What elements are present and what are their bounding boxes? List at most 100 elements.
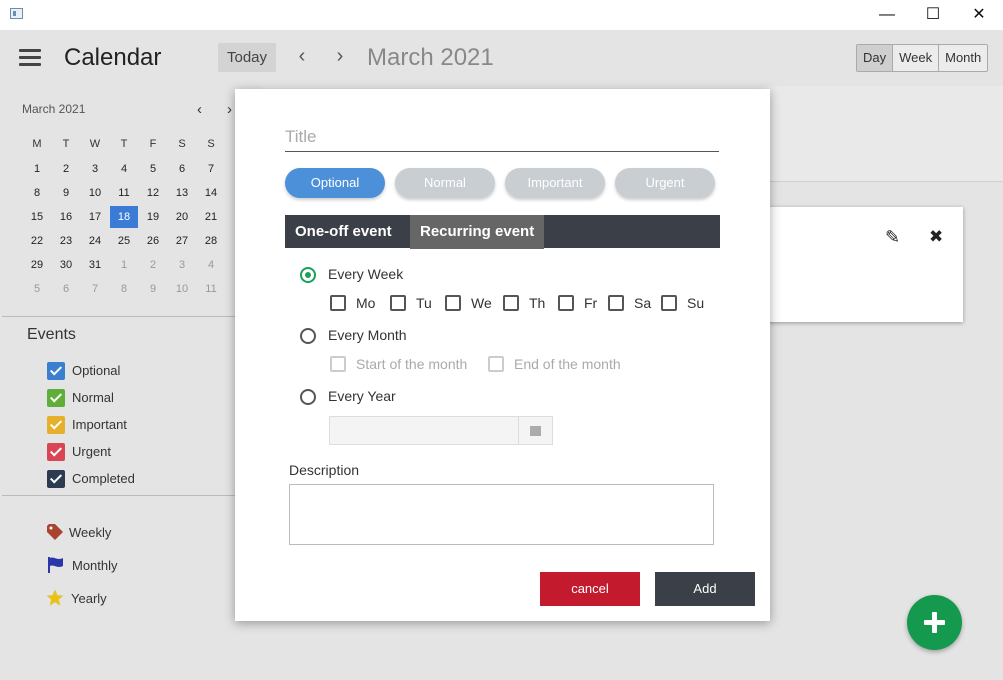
weekday-su-checkbox[interactable]: [661, 295, 677, 311]
mini-calendar-day[interactable]: 29: [26, 255, 48, 275]
mini-calendar-day[interactable]: 6: [171, 159, 193, 179]
mini-calendar-day[interactable]: 17: [84, 207, 106, 227]
tab-recurring-event[interactable]: Recurring event: [410, 215, 545, 249]
mini-calendar-day[interactable]: 22: [26, 231, 48, 251]
weekday-sa-checkbox[interactable]: [608, 295, 624, 311]
event-category-completed[interactable]: Completed: [47, 470, 177, 488]
start-of-month-checkbox[interactable]: [330, 356, 346, 372]
add-button[interactable]: Add: [655, 572, 755, 606]
every-week-radio[interactable]: [300, 267, 316, 283]
priority-important-button[interactable]: Important: [505, 168, 605, 198]
mini-calendar-day[interactable]: 24: [84, 231, 106, 251]
tab-one-off-event[interactable]: One-off event: [285, 215, 402, 248]
mini-calendar-day[interactable]: 5: [26, 279, 48, 299]
mini-calendar-day[interactable]: 28: [200, 231, 222, 251]
edit-pencil-icon[interactable]: ✎: [885, 227, 900, 248]
end-of-month-label: End of the month: [514, 356, 621, 372]
new-event-dialog: Optional Normal Important Urgent One-off…: [235, 89, 770, 621]
calendar-picker-icon[interactable]: [518, 417, 552, 444]
every-month-radio[interactable]: [300, 328, 316, 344]
mini-calendar-day[interactable]: 27: [171, 231, 193, 251]
prev-period-button[interactable]: ‹: [293, 45, 311, 68]
category-checkbox[interactable]: [47, 470, 65, 488]
mini-calendar-day[interactable]: 26: [142, 231, 164, 251]
yearly-date-picker[interactable]: [329, 416, 553, 445]
cancel-button[interactable]: cancel: [540, 572, 640, 606]
mini-calendar-day[interactable]: 30: [55, 255, 77, 275]
category-checkbox[interactable]: [47, 362, 65, 380]
mini-calendar-day[interactable]: 10: [171, 279, 193, 299]
category-checkbox[interactable]: [47, 443, 65, 461]
category-checkbox[interactable]: [47, 416, 65, 434]
mini-calendar-day[interactable]: 18: [110, 206, 138, 228]
weekday-th-checkbox[interactable]: [503, 295, 519, 311]
next-period-button[interactable]: ›: [331, 45, 349, 68]
mini-calendar-day[interactable]: 2: [55, 159, 77, 179]
mini-calendar-day[interactable]: 8: [26, 183, 48, 203]
weekday-header: S: [207, 138, 215, 150]
mini-calendar-day[interactable]: 4: [200, 255, 222, 275]
mini-calendar-day[interactable]: 21: [200, 207, 222, 227]
mini-calendar-day[interactable]: 11: [200, 279, 222, 299]
weekday-mo-checkbox[interactable]: [330, 295, 346, 311]
maximize-button[interactable]: ☐: [910, 0, 956, 30]
panel-divider: [2, 316, 235, 317]
priority-urgent-button[interactable]: Urgent: [615, 168, 715, 198]
category-checkbox[interactable]: [47, 389, 65, 407]
mini-calendar-day[interactable]: 3: [84, 159, 106, 179]
current-month-title: March 2021: [367, 44, 494, 71]
close-button[interactable]: ✕: [956, 0, 1002, 30]
mini-calendar-day[interactable]: 10: [84, 183, 106, 203]
view-week-button[interactable]: Week: [892, 45, 939, 71]
mini-calendar-day[interactable]: 19: [142, 207, 164, 227]
minimize-button[interactable]: —: [864, 0, 910, 30]
mini-calendar-day[interactable]: 9: [142, 279, 164, 299]
mini-calendar-day[interactable]: 8: [113, 279, 135, 299]
mini-calendar-day[interactable]: 14: [200, 183, 222, 203]
priority-optional-button[interactable]: Optional: [285, 168, 385, 198]
today-button[interactable]: Today: [218, 43, 276, 72]
delete-x-icon[interactable]: ✖: [929, 227, 943, 247]
event-category-optional[interactable]: Optional: [47, 362, 177, 380]
event-type-tabs: One-off event Recurring event: [285, 215, 720, 249]
event-category-urgent[interactable]: Urgent: [47, 443, 177, 461]
mini-calendar-day[interactable]: 5: [142, 159, 164, 179]
mini-calendar-day[interactable]: 9: [55, 183, 77, 203]
mini-calendar-day[interactable]: 7: [84, 279, 106, 299]
mini-calendar-day[interactable]: 2: [142, 255, 164, 275]
event-title-input[interactable]: [285, 123, 719, 152]
mini-calendar-day[interactable]: 31: [84, 255, 106, 275]
mini-prev-month-button[interactable]: ‹: [197, 101, 202, 118]
description-textarea[interactable]: [289, 484, 714, 545]
mini-next-month-button[interactable]: ›: [227, 101, 232, 118]
mini-calendar-day[interactable]: 13: [171, 183, 193, 203]
hamburger-menu-icon[interactable]: [19, 49, 41, 67]
mini-calendar-day[interactable]: 6: [55, 279, 77, 299]
end-of-month-checkbox[interactable]: [488, 356, 504, 372]
every-year-radio[interactable]: [300, 389, 316, 405]
weekday-fr-checkbox[interactable]: [558, 295, 574, 311]
mini-calendar-day[interactable]: 20: [171, 207, 193, 227]
mini-calendar-day[interactable]: 25: [113, 231, 135, 251]
mini-calendar-day[interactable]: 15: [26, 207, 48, 227]
mini-calendar-day[interactable]: 23: [55, 231, 77, 251]
mini-calendar-day[interactable]: 3: [171, 255, 193, 275]
every-year-label: Every Year: [328, 388, 396, 404]
mini-calendar-day[interactable]: 11: [113, 183, 135, 203]
weekday-tu-checkbox[interactable]: [390, 295, 406, 311]
add-event-fab[interactable]: +: [907, 595, 962, 650]
event-category-normal[interactable]: Normal: [47, 389, 177, 407]
mini-calendar-day[interactable]: 12: [142, 183, 164, 203]
mini-calendar-day[interactable]: 1: [26, 159, 48, 179]
mini-calendar-day[interactable]: 7: [200, 159, 222, 179]
view-month-button[interactable]: Month: [938, 45, 988, 71]
view-day-button[interactable]: Day: [857, 45, 893, 71]
legend-weekly-label: Weekly: [69, 525, 112, 540]
mini-calendar-day[interactable]: 16: [55, 207, 77, 227]
weekday-we-checkbox[interactable]: [445, 295, 461, 311]
mini-calendar-day[interactable]: 4: [113, 159, 135, 179]
priority-normal-button[interactable]: Normal: [395, 168, 495, 198]
event-category-important[interactable]: Important: [47, 416, 177, 434]
mini-calendar-day[interactable]: 1: [113, 255, 135, 275]
category-label: Optional: [72, 363, 121, 378]
